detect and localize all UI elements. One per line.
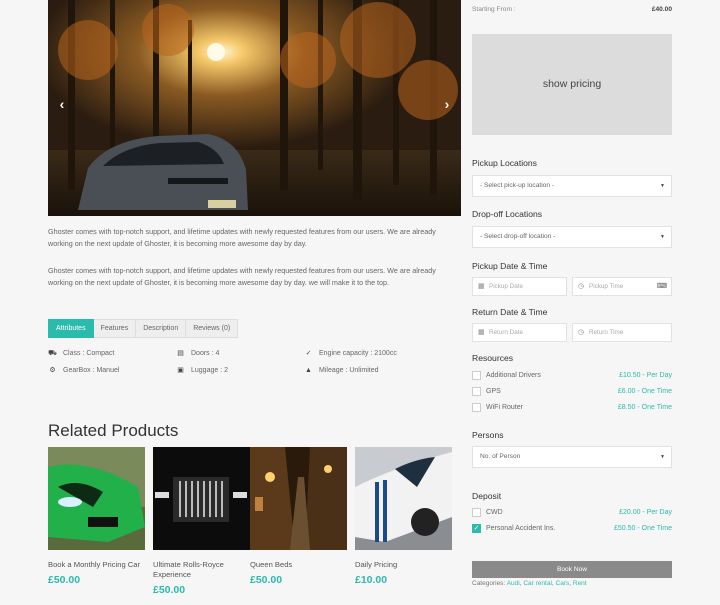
suitcase-icon: ▣ (177, 367, 184, 374)
resource-checkbox[interactable] (472, 371, 481, 380)
check-icon: ✓ (305, 350, 312, 357)
related-product-card[interactable]: Queen Beds £50.00 (250, 447, 347, 586)
product-price: £50.00 (48, 574, 81, 586)
return-time-input[interactable]: ◷ Return Time (572, 323, 672, 342)
resources-label: Resources (472, 353, 514, 363)
persons-label: Persons (472, 430, 504, 440)
tab-attributes[interactable]: Attributes (48, 319, 94, 338)
deposit-checkbox[interactable] (472, 508, 481, 517)
product-thumbnail[interactable] (355, 447, 452, 550)
pickup-datetime-label: Pickup Date & Time (472, 261, 548, 271)
book-now-button[interactable]: Book Now (472, 561, 672, 578)
categories-line: Categories: Audi, Car rental, Cars, Rent (472, 580, 587, 587)
pickup-location-select[interactable]: - Select pick-up location - ▼ (472, 175, 672, 197)
pickup-time-input[interactable]: ◷ Pickup Time ⌨ (572, 277, 672, 296)
deposit-option: CWD £20.00 - Per Day (472, 507, 672, 519)
checkmark-icon: ✓ (473, 525, 480, 532)
product-price: £50.00 (153, 584, 186, 596)
gears-icon: ⚙ (49, 367, 56, 374)
resource-option: GPS £6.00 - One Time (472, 386, 672, 398)
calendar-icon: ▦ (478, 329, 485, 336)
calendar-icon: ▦ (478, 283, 485, 290)
product-thumbnail[interactable] (153, 447, 250, 550)
keyboard-icon[interactable]: ⌨ (657, 278, 667, 295)
dropoff-locations-label: Drop-off Locations (472, 209, 543, 219)
deposit-option: ✓ Personal Accident Ins. £50.50 - One Ti… (472, 524, 672, 533)
dropoff-location-select[interactable]: - Select drop-off location - ▼ (472, 226, 672, 248)
product-thumbnail[interactable] (48, 447, 145, 550)
product-name[interactable]: Daily Pricing (355, 560, 452, 570)
product-name[interactable]: Queen Beds (250, 560, 347, 570)
road-icon: ▲ (305, 367, 312, 374)
caret-down-icon: ▼ (660, 183, 665, 189)
category-link-rent[interactable]: Rent (573, 580, 587, 587)
clock-icon: ◷ (578, 283, 585, 290)
product-thumbnail[interactable] (250, 447, 347, 550)
pickup-locations-label: Pickup Locations (472, 158, 537, 168)
starting-price-row: Starting From : £40.00 (472, 6, 672, 13)
related-product-card[interactable]: Book a Monthly Pricing Car £50.00 (48, 447, 145, 586)
car-icon: ⛟ (48, 350, 57, 357)
product-description-paragraph: Ghoster comes with top-notch support, an… (48, 227, 436, 249)
pickup-date-input[interactable]: ▦ Pickup Date (472, 277, 567, 296)
attribute-gearbox: ⚙ GearBox : Manuel (49, 367, 120, 374)
category-link-car-rental[interactable]: Car rental (523, 580, 552, 587)
clock-icon: ◷ (578, 329, 585, 336)
product-photo (48, 0, 461, 216)
attribute-engine: ✓ Engine capacity : 2100cc (305, 350, 397, 357)
starting-price: £40.00 (651, 6, 672, 13)
product-price: £50.00 (250, 574, 283, 586)
return-datetime-label: Return Date & Time (472, 307, 548, 317)
product-gallery[interactable]: ‹ › (48, 0, 461, 216)
resource-checkbox[interactable] (472, 403, 481, 412)
gallery-next-button[interactable]: › (439, 96, 455, 112)
product-tabs: Attributes Features Description Reviews … (48, 319, 239, 338)
return-date-input[interactable]: ▦ Return Date (472, 323, 567, 342)
deposit-checkbox[interactable]: ✓ (472, 524, 481, 533)
related-product-card[interactable]: Daily Pricing £10.00 (355, 447, 452, 586)
attribute-mileage: ▲ Mileage : Unlimited (305, 367, 379, 374)
resource-checkbox[interactable] (472, 387, 481, 396)
product-description-paragraph: Ghoster comes with top-notch support, an… (48, 266, 436, 288)
related-product-card[interactable]: Ultimate Rolls-Royce Experience £50.00 (153, 447, 250, 596)
tab-reviews[interactable]: Reviews (0) (186, 319, 239, 338)
attribute-class: ⛟ Class : Compact (48, 350, 115, 357)
door-icon: ▤ (177, 350, 184, 357)
resource-option: Additional Drivers £10.50 - Per Day (472, 370, 672, 382)
resource-option: WiFi Router £8.50 - One Time (472, 402, 672, 414)
caret-down-icon: ▼ (660, 234, 665, 240)
attribute-luggage: ▣ Luggage : 2 (177, 367, 228, 374)
product-name[interactable]: Book a Monthly Pricing Car (48, 560, 145, 570)
deposit-label: Deposit (472, 491, 502, 501)
related-products-heading: Related Products (48, 421, 179, 440)
category-link-cars[interactable]: Cars (556, 580, 570, 587)
attribute-doors: ▤ Doors : 4 (177, 350, 220, 357)
tab-description[interactable]: Description (136, 319, 187, 338)
show-pricing-button[interactable]: show pricing (472, 34, 672, 135)
product-price: £10.00 (355, 574, 388, 586)
tab-features[interactable]: Features (93, 319, 137, 338)
persons-select[interactable]: No. of Person ▼ (472, 446, 672, 468)
caret-down-icon: ▼ (660, 454, 665, 460)
product-name[interactable]: Ultimate Rolls-Royce Experience (153, 560, 250, 580)
category-link-audi[interactable]: Audi (507, 580, 520, 587)
gallery-prev-button[interactable]: ‹ (54, 96, 70, 112)
